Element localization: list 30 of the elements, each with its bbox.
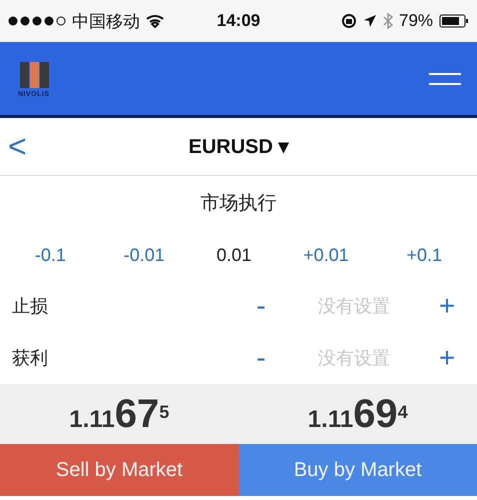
rotation-lock-icon	[340, 13, 357, 29]
plus-button[interactable]: +	[429, 289, 465, 323]
logo-icon	[18, 60, 52, 90]
volume-step-button[interactable]: -0.1	[28, 244, 72, 266]
carrier-name: 中国移动	[72, 10, 140, 32]
battery-percent: 79%	[398, 11, 434, 31]
level-label: 止损	[12, 295, 49, 318]
location-icon	[362, 14, 377, 28]
back-button[interactable]: <	[4, 128, 31, 165]
level-input[interactable]: 没有设置	[279, 346, 429, 370]
plus-button[interactable]: +	[429, 341, 465, 375]
bluetooth-icon	[382, 13, 393, 29]
price-quote: 1.1167$^{5}$	[68, 392, 170, 436]
level-label: 获利	[12, 347, 49, 370]
volume-value: 0.01	[216, 244, 252, 266]
price-quote: 1.1169$^{4}$	[306, 392, 409, 436]
level-input[interactable]: 没有设置	[279, 294, 429, 318]
symbol-selector[interactable]: EURUSD ▾	[182, 133, 294, 160]
sell-button[interactable]: Sell by Market	[0, 444, 238, 496]
clock-time: 14:09	[216, 11, 260, 31]
volume-step-button[interactable]: -0.01	[118, 244, 171, 266]
signal-icon	[8, 16, 66, 26]
volume-step-button[interactable]: +0.1	[400, 244, 448, 266]
volume-step-button[interactable]: +0.01	[297, 244, 355, 266]
minus-button[interactable]: -	[243, 341, 279, 375]
execution-mode: 市场执行	[200, 192, 276, 216]
minus-button[interactable]: -	[243, 289, 279, 323]
buy-button[interactable]: Buy by Market	[238, 444, 477, 496]
wifi-icon	[146, 14, 164, 28]
battery-icon	[439, 14, 470, 28]
